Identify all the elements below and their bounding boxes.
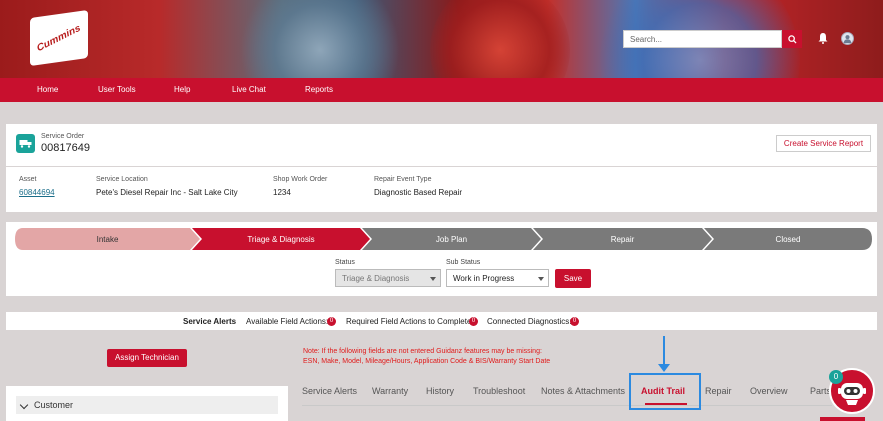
main-nav: Home User Tools Help Live Chat Reports: [0, 78, 883, 102]
available-field-actions-badge: 0: [327, 317, 336, 326]
tab-warranty[interactable]: Warranty: [372, 386, 408, 396]
required-field-actions-badge: 0: [469, 317, 478, 326]
user-avatar-icon[interactable]: [841, 32, 854, 45]
repair-event-type-label: Repair Event Type: [374, 176, 432, 183]
tab-parts[interactable]: Parts: [810, 386, 831, 396]
tab-history[interactable]: History: [426, 386, 454, 396]
chatbot-badge: 0: [829, 370, 843, 384]
step-intake[interactable]: Intake: [15, 228, 200, 250]
status-select-value: Triage & Diagnosis: [342, 274, 410, 283]
nav-item-live-chat[interactable]: Live Chat: [232, 85, 266, 94]
connected-diagnostics-label[interactable]: Connected Diagnostics:: [487, 317, 572, 326]
partial-button-edge: [820, 417, 865, 421]
nav-item-reports[interactable]: Reports: [305, 85, 333, 94]
banner-image-decor: [430, 0, 570, 78]
audit-trail-highlight: [629, 373, 701, 410]
shop-work-order-value: 1234: [273, 188, 291, 197]
warning-note-line2: ESN, Make, Model, Mileage/Hours, Applica…: [303, 358, 551, 365]
asset-label: Asset: [19, 176, 37, 183]
nav-item-home[interactable]: Home: [37, 85, 58, 94]
truck-icon: [19, 140, 32, 148]
available-field-actions-label[interactable]: Available Field Actions:: [246, 317, 328, 326]
service-location-value: Pete's Diesel Repair Inc - Salt Lake Cit…: [96, 188, 238, 197]
search-input[interactable]: Search...: [623, 30, 782, 48]
sub-status-select-value: Work in Progress: [453, 274, 515, 283]
service-order-header: [6, 124, 877, 166]
arrow-down-icon: [658, 364, 670, 372]
status-label: Status: [335, 259, 355, 266]
service-alerts-title: Service Alerts: [183, 317, 237, 326]
step-triage-diagnosis[interactable]: Triage & Diagnosis: [192, 228, 370, 250]
person-icon: [843, 35, 852, 44]
nav-item-user-tools[interactable]: User Tools: [98, 85, 136, 94]
service-order-label: Service Order: [41, 133, 85, 140]
create-service-report-button[interactable]: Create Service Report: [776, 135, 871, 152]
progress-stepper: Intake Triage & Diagnosis Job Plan Repai…: [15, 228, 872, 250]
logo-text: Cummins: [35, 22, 83, 54]
customer-label: Customer: [34, 400, 74, 410]
service-location-label: Service Location: [96, 176, 148, 183]
sub-status-label: Sub Status: [446, 259, 481, 266]
connected-diagnostics-badge: 0: [570, 317, 579, 326]
warning-note-line1: Note: If the following fields are not en…: [303, 348, 542, 355]
step-closed[interactable]: Closed: [704, 228, 872, 250]
service-order-icon: [16, 134, 35, 153]
chevron-down-icon: [430, 277, 436, 281]
sub-status-select[interactable]: Work in Progress: [446, 269, 549, 287]
tab-notes-attachments[interactable]: Notes & Attachments: [541, 386, 625, 396]
status-select: Triage & Diagnosis: [335, 269, 441, 287]
step-repair[interactable]: Repair: [533, 228, 712, 250]
banner-image-decor: [240, 0, 400, 78]
customer-section-header[interactable]: Customer: [16, 396, 278, 414]
repair-event-type-value: Diagnostic Based Repair: [374, 188, 463, 197]
bell-icon[interactable]: [817, 32, 829, 44]
cummins-logo[interactable]: Cummins: [30, 9, 88, 67]
search-button[interactable]: [782, 30, 802, 48]
asset-link[interactable]: 60844694: [19, 188, 55, 197]
step-job-plan[interactable]: Job Plan: [362, 228, 541, 250]
required-field-actions-label[interactable]: Required Field Actions to Complete:: [346, 317, 474, 326]
tab-repair[interactable]: Repair: [705, 386, 732, 396]
nav-item-help[interactable]: Help: [174, 85, 190, 94]
save-button[interactable]: Save: [555, 269, 591, 288]
search-icon: [787, 34, 797, 44]
assign-technician-button[interactable]: Assign Technician: [107, 349, 187, 367]
service-alerts-bar: Service Alerts Available Field Actions: …: [6, 312, 877, 330]
service-order-number: 00817649: [41, 142, 90, 154]
tab-bar: Service Alerts Warranty History Troubles…: [302, 378, 883, 421]
tab-service-alerts[interactable]: Service Alerts: [302, 386, 357, 396]
chevron-down-icon: [538, 277, 544, 281]
chevron-down-icon: [19, 400, 29, 410]
shop-work-order-label: Shop Work Order: [273, 176, 328, 183]
tab-bar-divider: [302, 405, 832, 406]
tab-troubleshoot[interactable]: Troubleshoot: [473, 386, 525, 396]
tab-overview[interactable]: Overview: [750, 386, 788, 396]
